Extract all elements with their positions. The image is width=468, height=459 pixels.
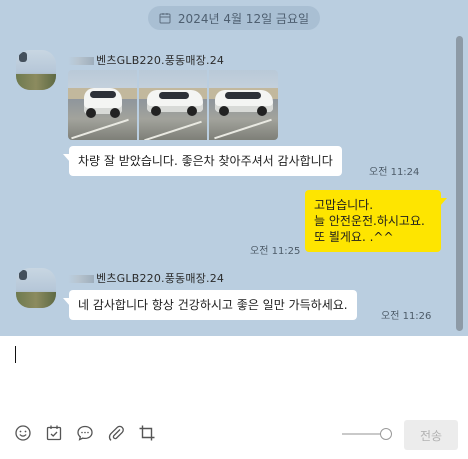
font-size-slider-handle[interactable]	[380, 428, 392, 440]
message-time: 오전 11:24	[369, 167, 420, 178]
sender-name: 벤츠GLB220.풍동매장.24	[68, 52, 224, 68]
text-caret	[15, 346, 16, 363]
sender-name: 벤츠GLB220.풍동매장.24	[68, 270, 224, 286]
chat-bubble-icon[interactable]	[76, 424, 94, 442]
send-button[interactable]: 전송	[404, 420, 458, 450]
car-photo-side[interactable]	[138, 70, 208, 140]
car-photo-rear[interactable]	[209, 70, 278, 140]
calendar-icon	[159, 13, 171, 24]
message-text: 차량 잘 받았습니다. 좋은차 찾아주셔서 감사합니다	[78, 154, 333, 168]
photo-attachment-group[interactable]	[68, 70, 278, 140]
sender-avatar[interactable]	[16, 268, 56, 308]
crop-icon[interactable]	[138, 424, 156, 442]
composer-toolbar	[14, 424, 156, 442]
schedule-icon[interactable]	[45, 424, 63, 442]
message-time: 오전 11:25	[250, 246, 301, 257]
chat-scrollbar[interactable]	[456, 36, 463, 331]
sender-avatar[interactable]	[16, 50, 56, 90]
message-time: 오전 11:26	[381, 311, 432, 322]
message-composer[interactable]: 전송	[0, 336, 468, 459]
chat-view: 2024년 4월 12일 금요일 벤츠GLB220.풍동매장.24 차량 잘 받…	[0, 0, 468, 336]
message-text: 네 감사합니다 항상 건강하시고 좋은 일만 가득하세요.	[78, 298, 348, 312]
date-divider: 2024년 4월 12일 금요일	[148, 6, 320, 30]
date-divider-label: 2024년 4월 12일 금요일	[177, 11, 310, 26]
message-text: 고맙습니다. 늘 안전운전.하시고요. 또 뵐게요. .^^	[314, 198, 425, 244]
received-message-bubble[interactable]: 차량 잘 받았습니다. 좋은차 찾아주셔서 감사합니다	[63, 146, 342, 176]
paperclip-icon[interactable]	[107, 424, 125, 442]
received-message-bubble[interactable]: 네 감사합니다 항상 건강하시고 좋은 일만 가득하세요.	[63, 290, 357, 320]
emoticon-icon[interactable]	[14, 424, 32, 442]
sent-message-bubble[interactable]: 고맙습니다. 늘 안전운전.하시고요. 또 뵐게요. .^^	[305, 190, 447, 252]
car-photo-front[interactable]	[68, 70, 137, 140]
